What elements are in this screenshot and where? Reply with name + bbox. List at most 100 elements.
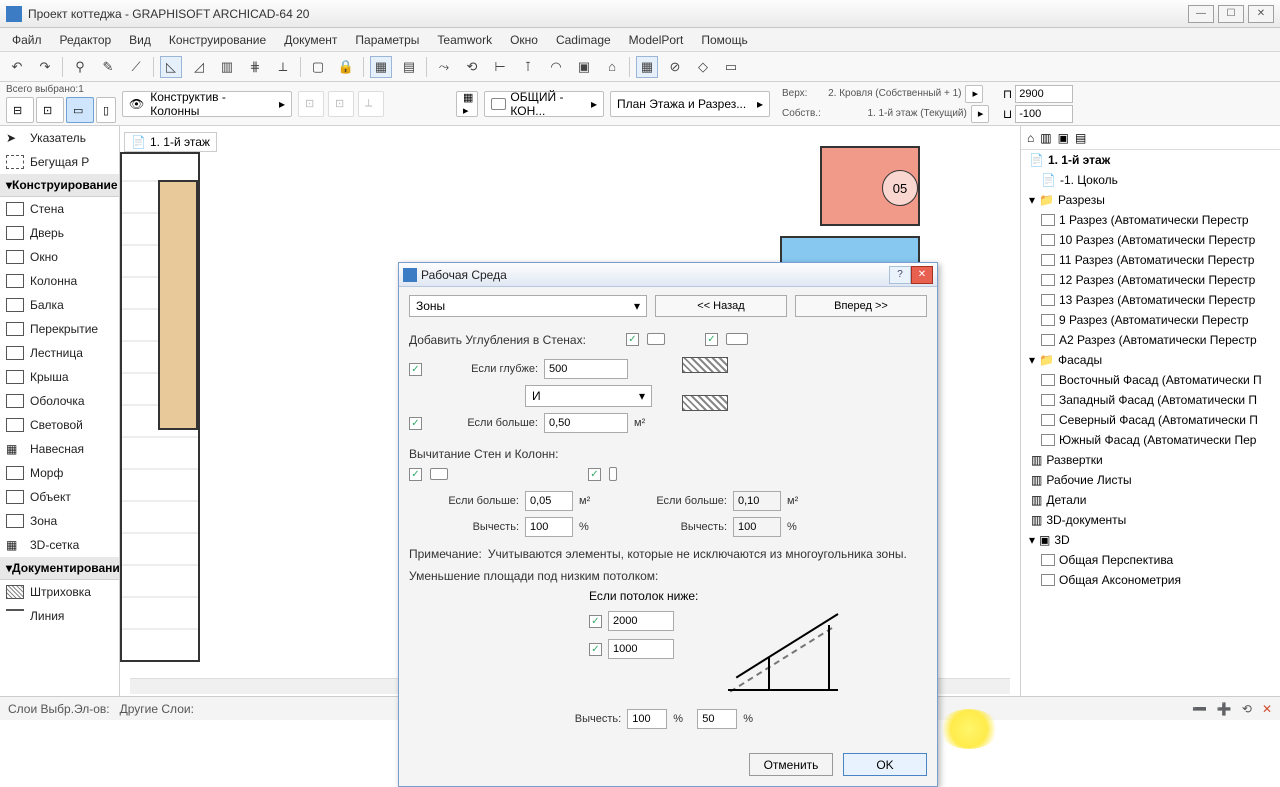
menu-document[interactable]: Документ [276,30,345,50]
nav-book-icon[interactable]: ▣ [1058,131,1069,145]
menu-modelport[interactable]: ModelPort [621,30,692,50]
cloud-icon[interactable]: ◇ [692,56,714,78]
and-dropdown[interactable]: И▾ [525,385,652,407]
wand-icon[interactable]: ⟋ [125,56,147,78]
tool-marquee[interactable]: Бегущая Р [30,155,89,169]
mesh-icon[interactable]: ▦ [370,56,392,78]
menu-cadimage[interactable]: Cadimage [548,30,619,50]
btn-c[interactable]: ⟂ [358,91,384,117]
chk-wall-recess[interactable]: ✓ [626,333,639,346]
height-top[interactable] [1015,85,1073,103]
view-combo[interactable]: План Этажа и Разрез...▸ [610,91,770,117]
wall-sub-input[interactable] [525,517,573,537]
tool-stair[interactable]: Лестница [30,346,83,360]
tool-zone[interactable]: Зона [30,514,57,528]
tree-sec[interactable]: 13 Разрез (Автоматически Перестр [1059,293,1255,307]
home-icon[interactable]: ⌂ [601,56,623,78]
ok-button[interactable]: OK [843,753,927,776]
tool-window[interactable]: Окно [30,250,58,264]
tree-fac[interactable]: Южный Фасад (Автоматически Пер [1059,433,1256,447]
tree-axo[interactable]: Общая Аксонометрия [1059,573,1181,587]
link-icon[interactable]: ⊘ [664,56,686,78]
tree-sec[interactable]: 12 Разрез (Автоматически Перестр [1059,273,1255,287]
chk-sub-wall[interactable]: ✓ [409,468,422,481]
col-area-input[interactable] [733,491,781,511]
btn-a[interactable]: ⊡ [298,91,324,117]
tool-skylight[interactable]: Световой [30,418,83,432]
minimize-button[interactable]: — [1188,5,1214,23]
tree-3ddoc[interactable]: 3D-документы [1046,513,1126,527]
pick-icon[interactable]: ⚲ [69,56,91,78]
tree-fac[interactable]: Западный Фасад (Автоматически П [1059,393,1257,407]
tool-mesh[interactable]: 3D-сетка [30,538,79,552]
loop-icon[interactable]: ⟲ [461,56,483,78]
tree-fac[interactable]: Восточный Фасад (Автоматически П [1059,373,1262,387]
menu-view[interactable]: Вид [121,30,159,50]
layer-combo[interactable]: 👁 Конструктив - Колонны ▸ [122,91,292,117]
nav-home-icon[interactable]: ⌂ [1027,131,1034,145]
zoom-in-icon[interactable]: ➕ [1217,702,1232,716]
menu-file[interactable]: Файл [4,30,50,50]
ruler-icon[interactable]: ⟂ [272,56,294,78]
own-arrow[interactable]: ▸ [971,105,989,123]
tool-morph[interactable]: Морф [30,466,63,480]
view-tab[interactable]: 📄1. 1-й этаж [124,132,217,152]
tool-fill[interactable]: Штриховка [30,585,91,599]
tree-persp[interactable]: Общая Перспектива [1059,553,1173,567]
ceil-sub2[interactable] [697,709,737,729]
menu-help[interactable]: Помощь [693,30,755,50]
forward-button[interactable]: Вперед >> [795,295,927,317]
dim-icon[interactable]: ⊢ [489,56,511,78]
box-icon[interactable]: ▭ [720,56,742,78]
cat-document[interactable]: Документирование [12,561,120,575]
ceil-sub1[interactable] [627,709,667,729]
tool-beam[interactable]: Балка [30,298,64,312]
maximize-button[interactable]: ☐ [1218,5,1244,23]
geo-mode-1[interactable]: ⊟ [6,97,34,123]
tool-wall[interactable]: Стена [30,202,64,216]
cancel-button[interactable]: Отменить [749,753,833,776]
geo-mode-col[interactable]: ▯ [96,97,116,123]
geo-mode-3[interactable]: ▭ [66,97,94,123]
snap2-icon[interactable]: ◿ [188,56,210,78]
ceiling1-input[interactable] [608,611,674,631]
frame-icon[interactable]: ▣ [573,56,595,78]
close-button[interactable]: ✕ [1248,5,1274,23]
tree-sec[interactable]: 9 Разрез (Автоматически Перестр [1059,313,1249,327]
menu-options[interactable]: Параметры [347,30,427,50]
tree-sec[interactable]: А2 Разрез (Автоматически Перестр [1059,333,1257,347]
btn-b[interactable]: ⊡ [328,91,354,117]
height-bottom[interactable] [1015,105,1073,123]
tree-basement[interactable]: -1. Цоколь [1060,173,1118,187]
struct-combo[interactable]: ОБЩИЙ - КОН...▸ [484,91,604,117]
more-input[interactable] [544,413,628,433]
curve-icon[interactable]: ⤳ [433,56,455,78]
menu-design[interactable]: Конструирование [161,30,274,50]
trace-icon[interactable]: ▤ [398,56,420,78]
plan-canvas[interactable]: 📄1. 1-й этаж 05 07 03 Рабочая Среда ? ✕ … [120,126,1020,714]
tool-door[interactable]: Дверь [30,226,64,240]
tool-curtain[interactable]: Навесная [30,442,84,456]
nav-sheet-icon[interactable]: ▥ [1040,131,1051,145]
tool-object[interactable]: Объект [30,490,71,504]
tree-sec[interactable]: 10 Разрез (Автоматически Перестр [1059,233,1255,247]
tree-facades[interactable]: Фасады [1058,353,1102,367]
nav-layout-icon[interactable]: ▤ [1075,131,1086,145]
tree-sections[interactable]: Разрезы [1058,193,1105,207]
menu-teamwork[interactable]: Teamwork [429,30,500,50]
tool-shell[interactable]: Оболочка [30,394,85,408]
refresh-icon[interactable]: ⟲ [1242,702,1252,716]
tree-sec[interactable]: 1 Разрез (Автоматически Перестр [1059,213,1249,227]
deeper-input[interactable] [544,359,628,379]
chk-c1[interactable]: ✓ [589,615,602,628]
cat-construct[interactable]: Конструирование [12,178,118,192]
chk-more[interactable]: ✓ [409,417,422,430]
ceiling2-input[interactable] [608,639,674,659]
tree-details[interactable]: Детали [1046,493,1086,507]
chk-c2[interactable]: ✓ [589,643,602,656]
snap3-icon[interactable]: ▥ [216,56,238,78]
tree-sheets[interactable]: Рабочие Листы [1046,473,1131,487]
chk-sub-col[interactable]: ✓ [588,468,601,481]
arc-icon[interactable]: ◠ [545,56,567,78]
col-sub-input[interactable] [733,517,781,537]
